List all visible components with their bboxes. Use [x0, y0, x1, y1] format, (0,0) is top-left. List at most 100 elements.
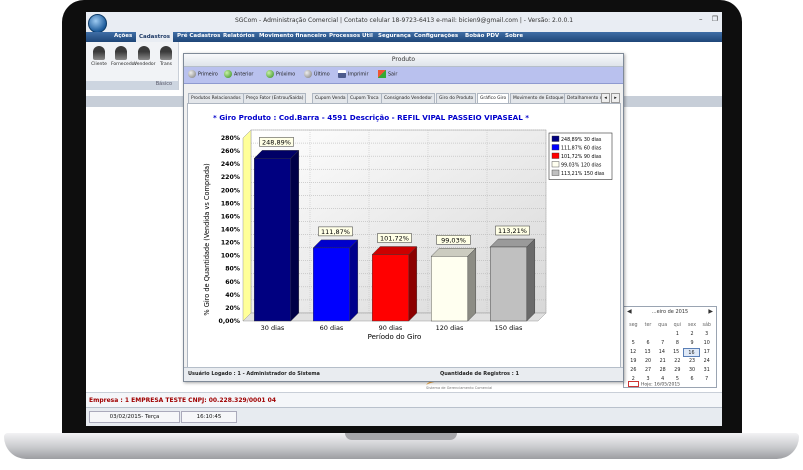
menu-seguranca[interactable]: Segurança	[378, 33, 411, 39]
calendar-today[interactable]: Hoje: 16/05/2015	[628, 381, 680, 388]
calendar-day[interactable]: 19	[626, 357, 641, 366]
calendar-day[interactable]: 3	[699, 330, 714, 339]
y-tick-label: 60%	[225, 279, 240, 286]
menu-processos[interactable]: Processos	[329, 33, 360, 39]
y-tick-label: 220%	[221, 174, 240, 181]
primeiro-button[interactable]: Primeiro	[188, 70, 218, 80]
calendar-day[interactable]: 10	[699, 339, 714, 348]
calendar-next-icon[interactable]: ▶	[708, 308, 713, 315]
calendar-day[interactable]: 23	[685, 357, 700, 366]
tab-giro-do-produto[interactable]: Giro do Produto	[436, 93, 477, 103]
calendar-day-header: qui	[673, 323, 682, 328]
ribbon-trans-button[interactable]: Trans	[156, 46, 176, 67]
calendar-day[interactable]: 16	[683, 348, 700, 357]
ribbon-fornecedor-button[interactable]: Fornecedor	[111, 46, 136, 67]
exit-icon	[378, 70, 386, 78]
produto-tabs: Produtos Relacionados Preço Fator (Entro…	[184, 93, 623, 104]
calendar-day[interactable]: 17	[700, 348, 714, 357]
y-axis-title: % Giro de Quantidade (Vendida vs Comprad…	[203, 163, 211, 315]
calendar-day[interactable]: 6	[641, 339, 656, 348]
company-status-bar: Empresa : 1 EMPRESA TESTE CNPJ: 00.228.3…	[86, 392, 722, 408]
tab-produtos-relacionados[interactable]: Produtos Relacionados	[188, 93, 244, 103]
bar-5[interactable]	[490, 246, 527, 322]
menu-acoes[interactable]: Ações	[114, 33, 132, 39]
minimize-button[interactable]: –	[699, 15, 703, 23]
calendar-day[interactable]: 22	[670, 357, 685, 366]
ribbon-vendedor-button[interactable]: Vendedor	[134, 46, 155, 67]
x-axis-title: Período do Giro	[368, 333, 422, 341]
ribbon-caption: Básico	[86, 81, 178, 90]
calendar-day[interactable]: 26	[626, 366, 641, 375]
person-icon	[160, 46, 172, 60]
calendar-day[interactable]: 8	[670, 339, 685, 348]
menu-cadastros[interactable]: Cadastros	[136, 32, 174, 42]
bar-3[interactable]	[372, 254, 409, 322]
calendar-day[interactable]: 24	[699, 357, 714, 366]
calendar-day[interactable]: 31	[699, 366, 714, 375]
tab-preco-fator[interactable]: Preço Fator (Entrou/Saída)	[243, 93, 307, 103]
calendar-day[interactable]: 6	[685, 375, 700, 384]
legend-label: 99,03% 120 dias	[561, 163, 602, 169]
y-tick-label: 240%	[221, 161, 240, 168]
tab-cupom-venda[interactable]: Cupom Venda	[312, 93, 349, 103]
anterior-button[interactable]: Anterior	[224, 70, 253, 80]
tab-cupom-troca[interactable]: Cupom Troca	[347, 93, 382, 103]
produto-toolbar: Primeiro Anterior Próximo Último Imprimi…	[184, 67, 623, 84]
tab-movimento-estoque[interactable]: Movimento de Estoque	[510, 93, 567, 103]
sair-button[interactable]: Sair	[378, 70, 397, 80]
x-tick-label: 90 dias	[379, 324, 403, 332]
calendar-day[interactable]: 12	[626, 348, 640, 357]
calendar-grid: seg ter qua qui sex sáb 1 2 3 5 6 7 8 9 10 12 13 14 15 16 17…	[626, 321, 714, 384]
bar-2[interactable]	[313, 247, 350, 322]
calendar-day[interactable]: 1	[670, 330, 685, 339]
menu-pre-cadastros[interactable]: Pré Cadastros	[177, 33, 220, 39]
calendar-day[interactable]: 13	[640, 348, 654, 357]
value-label: 248,89%	[262, 138, 291, 146]
calendar-day[interactable]: 9	[685, 339, 700, 348]
ribbon-cliente-button[interactable]: Cliente	[89, 46, 109, 67]
bar-top	[371, 246, 418, 255]
legend-label: 101,72% 90 dias	[561, 154, 602, 160]
tab-scroll-right-icon[interactable]: ▸	[611, 93, 620, 103]
calendar-day[interactable]: 30	[685, 366, 700, 375]
printer-icon	[338, 70, 346, 78]
next-record-icon	[266, 70, 274, 78]
calendar-day[interactable]: 28	[655, 366, 670, 375]
imprimir-button[interactable]: Imprimir	[338, 70, 368, 80]
calendar-day[interactable]: 29	[670, 366, 685, 375]
previous-record-icon	[224, 70, 232, 78]
calendar-day[interactable]: 2	[685, 330, 700, 339]
bar-side	[290, 149, 299, 322]
x-tick-label: 60 dias	[320, 324, 344, 332]
calendar-day[interactable]: 7	[699, 375, 714, 384]
y-tick-label: 100%	[221, 253, 240, 260]
menu-configuracoes[interactable]: Configurações	[414, 33, 458, 39]
calendar-day[interactable]: 21	[655, 357, 670, 366]
menu-movimento-financeiro[interactable]: Movimento financeiro	[259, 33, 326, 39]
calendar-day[interactable]: 27	[641, 366, 656, 375]
proximo-button[interactable]: Próximo	[266, 70, 295, 80]
menu-bobao-pdv[interactable]: Bobão PDV	[465, 33, 499, 39]
giro-chart: * Giro Produto : Cod.Barra - 4591 Descri…	[203, 113, 613, 341]
calendar-day[interactable]: 14	[655, 348, 669, 357]
calendar-day[interactable]: 5	[626, 339, 641, 348]
current-time: 16:10:45	[181, 411, 237, 423]
ultimo-button[interactable]: Último	[304, 70, 330, 80]
logo-subtitle: Sistema de Gerenciamento Comercial	[426, 386, 493, 390]
calendar-day[interactable]: 7	[655, 339, 670, 348]
bar-side	[408, 246, 417, 322]
calendar-day[interactable]: 15	[669, 348, 683, 357]
bar-1[interactable]	[254, 158, 291, 322]
menu-sobre[interactable]: Sobre	[505, 33, 523, 39]
menu-relatorios[interactable]: Relatórios	[223, 33, 255, 39]
restore-button[interactable]: ❐	[712, 15, 718, 23]
logged-user: Usuário Logado : 1 - Administrador do Si…	[188, 371, 320, 377]
chart-side-wall	[242, 129, 252, 322]
calendar-day[interactable]: 20	[641, 357, 656, 366]
legend-swatch	[551, 169, 560, 176]
tab-consignado-vendedor[interactable]: Consignado Vendedor	[381, 93, 436, 103]
bar-4[interactable]	[431, 256, 468, 322]
tab-scroll-left-icon[interactable]: ◂	[601, 93, 610, 103]
menu-util[interactable]: Util	[362, 33, 373, 39]
legend-swatch	[551, 144, 560, 151]
